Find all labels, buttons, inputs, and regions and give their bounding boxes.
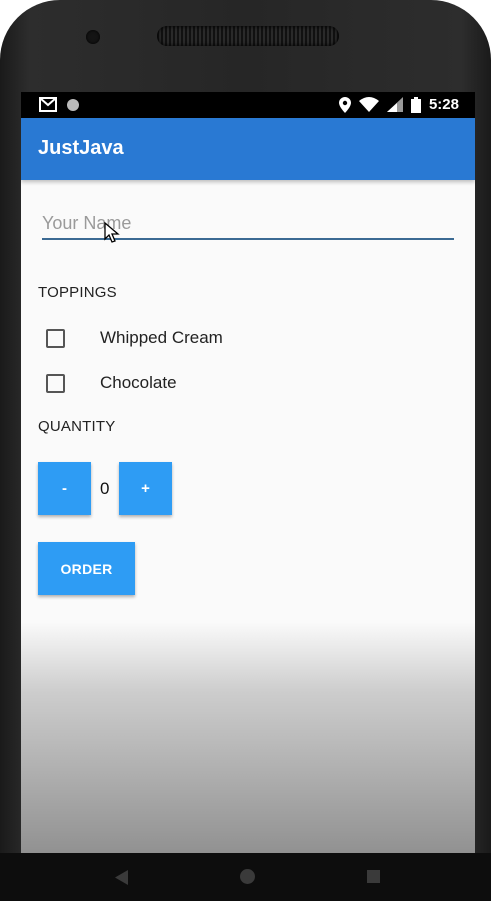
- home-icon[interactable]: [240, 869, 255, 884]
- chocolate-label: Chocolate: [100, 373, 177, 392]
- notification-dot-icon: [67, 98, 79, 111]
- app-bar: JustJava: [21, 118, 475, 180]
- status-time: 5:28: [428, 96, 459, 113]
- navigation-bar: [0, 853, 491, 901]
- status-bar: 5:28: [21, 92, 475, 118]
- device-screen: 5:28 JustJava TOPPINGS Whipped Cream Cho…: [21, 92, 475, 853]
- main-content: TOPPINGS Whipped Cream Chocolate QUANTIT…: [21, 180, 475, 853]
- front-camera: [86, 30, 100, 44]
- battery-icon: [410, 96, 421, 113]
- location-icon: [338, 96, 351, 113]
- phone-frame: 5:28 JustJava TOPPINGS Whipped Cream Cho…: [0, 0, 491, 901]
- mouse-cursor-icon: [104, 222, 120, 243]
- signal-icon: [386, 97, 403, 112]
- order-button[interactable]: ORDER: [38, 542, 135, 595]
- increment-button[interactable]: +: [119, 462, 172, 515]
- chocolate-checkbox[interactable]: [46, 373, 65, 393]
- back-icon[interactable]: [115, 870, 129, 885]
- earpiece-speaker: [157, 26, 339, 46]
- gmail-icon: [39, 97, 57, 112]
- wifi-icon: [358, 97, 379, 112]
- whipped-cream-label: Whipped Cream: [100, 328, 223, 347]
- toppings-label: TOPPINGS: [38, 284, 117, 301]
- app-title: JustJava: [38, 137, 124, 159]
- quantity-value: 0: [100, 479, 110, 498]
- recent-apps-icon[interactable]: [367, 870, 380, 883]
- decrement-button[interactable]: -: [38, 462, 91, 515]
- topping-whipped-cream-row[interactable]: Whipped Cream: [46, 328, 223, 348]
- topping-chocolate-row[interactable]: Chocolate: [46, 373, 177, 393]
- quantity-label: QUANTITY: [38, 418, 116, 435]
- whipped-cream-checkbox[interactable]: [46, 328, 65, 348]
